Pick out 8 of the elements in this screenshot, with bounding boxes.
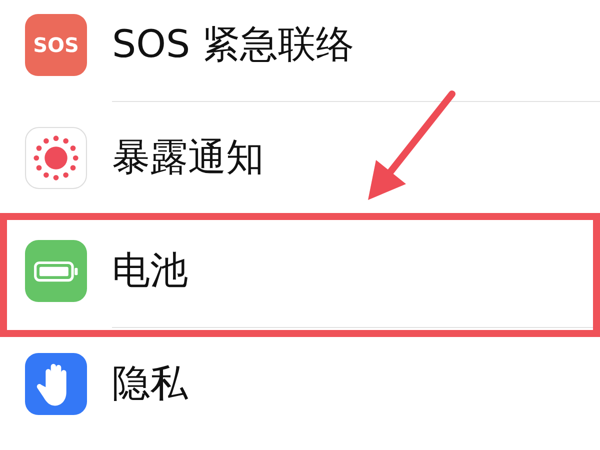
sos-icon: SOS	[25, 14, 87, 76]
battery-icon	[25, 240, 87, 302]
hand-icon	[25, 352, 87, 414]
setting-label[interactable]: SOS 紧急联络	[112, 18, 354, 70]
setting-label[interactable]: 电池	[112, 244, 188, 296]
setting-label[interactable]: 隐私	[112, 358, 188, 409]
setting-label[interactable]: 暴露通知	[112, 132, 264, 182]
exposure-icon	[25, 126, 87, 188]
